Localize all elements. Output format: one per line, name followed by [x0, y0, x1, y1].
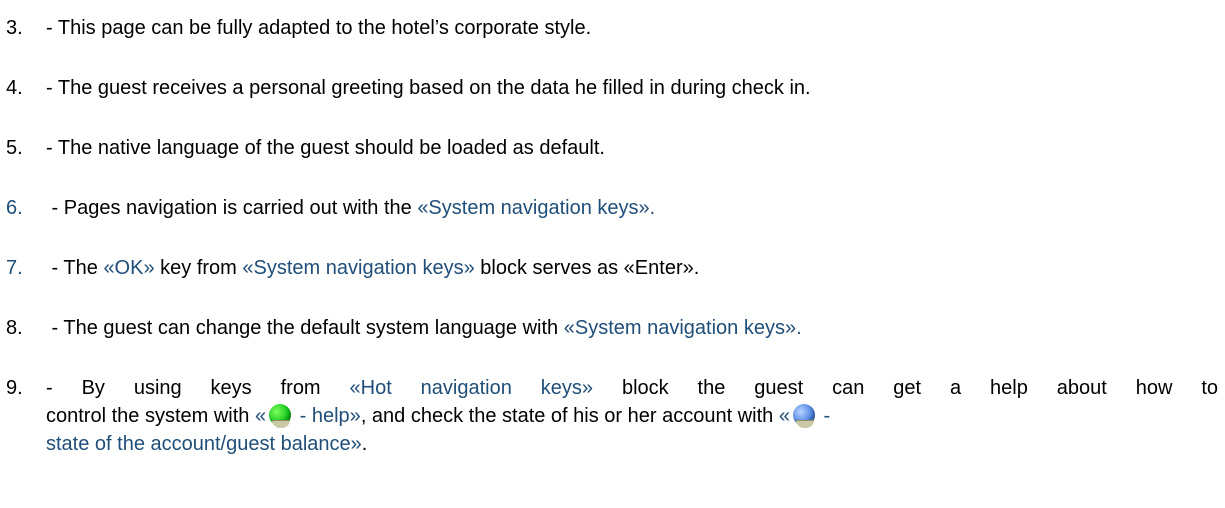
item-text: - Pages navigation is carried out with t…	[46, 197, 418, 219]
ok-key-link[interactable]: «OK»	[103, 257, 154, 279]
item-number: 9.	[6, 377, 23, 399]
system-navigation-keys-link[interactable]: «System navigation keys».	[564, 317, 802, 339]
list-item-8: 8. - The guest can change the default sy…	[6, 314, 1218, 342]
item-text: .	[361, 433, 368, 455]
help-key-link[interactable]: « - help»	[254, 404, 361, 428]
list-item-9: 9. - By using keys from «Hot navigation k…	[6, 374, 1218, 458]
item-text: - By using keys from	[46, 377, 350, 399]
item-text: control the system with	[46, 405, 255, 427]
hot-navigation-keys-link[interactable]: «Hot navigation keys»	[350, 377, 594, 399]
quote-mark: «	[778, 405, 790, 427]
list-item-4: 4. - The guest receives a personal greeti…	[6, 74, 1218, 102]
account-label-start: -	[817, 405, 831, 427]
green-ball-icon	[269, 404, 292, 428]
item-text: , and check the state of his or her acco…	[360, 405, 779, 427]
item-number: 8.	[6, 317, 23, 339]
list-item-5: 5. - The native language of the guest sho…	[6, 134, 1218, 162]
account-balance-link[interactable]: state of the account/guest balance»	[46, 433, 362, 455]
item-line-3: state of the account/guest balance».	[6, 430, 1218, 458]
item-line-2: control the system with « - help», and c…	[6, 402, 1218, 430]
item-number: 6.	[6, 197, 23, 219]
document-page: 3. - This page can be fully adapted to th…	[0, 0, 1225, 508]
item-text: block the guest can get a help about how…	[593, 377, 1219, 399]
item-number: 5.	[6, 137, 23, 159]
item-text: - The guest can change the default syste…	[46, 317, 564, 339]
list-item-3: 3. - This page can be fully adapted to th…	[6, 14, 1218, 42]
item-text: - The guest receives a personal greeting…	[46, 77, 811, 99]
quote-mark: «	[254, 405, 267, 427]
item-number: 4.	[6, 77, 23, 99]
item-number: 3.	[6, 17, 23, 39]
item-text: key from	[154, 257, 243, 279]
item-line-1: 9. - By using keys from «Hot navigation k…	[6, 374, 1218, 402]
system-navigation-keys-link[interactable]: «System navigation keys».	[417, 197, 655, 219]
account-key-link-start[interactable]: « -	[778, 404, 831, 428]
list-item-6: 6. - Pages navigation is carried out wit…	[6, 194, 1218, 222]
item-text: - This page can be fully adapted to the …	[46, 17, 592, 39]
system-navigation-keys-link[interactable]: «System navigation keys»	[242, 257, 474, 279]
item-number: 7.	[6, 257, 23, 279]
item-text: - The	[46, 257, 104, 279]
help-label: - help»	[294, 405, 361, 427]
item-text: - The native language of the guest shoul…	[46, 137, 605, 159]
list-item-7: 7. - The «OK» key from «System navigatio…	[6, 254, 1218, 282]
item-text: block serves as «Enter».	[474, 257, 700, 279]
blue-ball-icon	[792, 404, 815, 428]
